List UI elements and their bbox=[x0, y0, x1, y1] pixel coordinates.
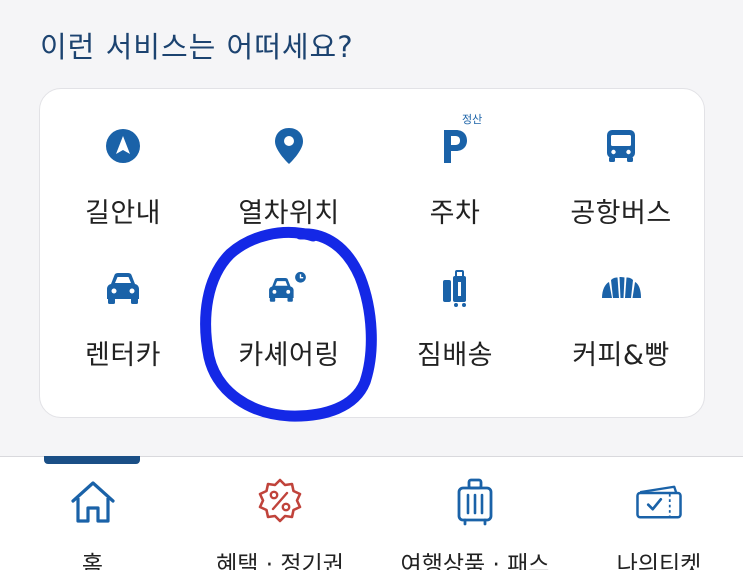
luggage-icon bbox=[432, 265, 478, 311]
tab-label: 홈 bbox=[81, 552, 104, 570]
home-icon bbox=[67, 477, 119, 527]
section-title: 이런 서비스는 어떠세요? bbox=[40, 30, 354, 64]
service-label: 열차위치 bbox=[238, 198, 340, 229]
car-clock-icon bbox=[266, 265, 312, 311]
service-train-location[interactable]: 열차위치 bbox=[206, 123, 372, 265]
tab-travel-products[interactable]: 여행상품 · 패스 bbox=[375, 457, 575, 570]
tab-label: 혜택 · 정기권 bbox=[216, 552, 344, 570]
location-pin-icon bbox=[266, 123, 312, 169]
service-grid: 길안내 열차위치 정산 주차 공항버스 렌터카 카셰어링 짐배송 커피&빵 bbox=[40, 89, 704, 417]
bus-icon bbox=[598, 123, 644, 169]
suitcase-icon bbox=[449, 477, 501, 527]
tab-home[interactable]: 홈 bbox=[0, 457, 185, 570]
service-card: 길안내 열차위치 정산 주차 공항버스 렌터카 카셰어링 짐배송 커피&빵 bbox=[39, 88, 705, 418]
service-car-sharing[interactable]: 카셰어링 bbox=[206, 265, 372, 407]
service-label: 공항버스 bbox=[570, 198, 672, 229]
service-coffee-bread[interactable]: 커피&빵 bbox=[538, 265, 704, 407]
service-label: 짐배송 bbox=[416, 340, 494, 371]
bottom-tab-bar: 홈 혜택 · 정기권 여행상품 · 패스 나의티켓 bbox=[0, 456, 743, 570]
discount-badge-icon bbox=[254, 477, 306, 527]
service-label: 주차 bbox=[429, 198, 481, 229]
tab-label: 여행상품 · 패스 bbox=[400, 552, 550, 570]
service-airport-bus[interactable]: 공항버스 bbox=[538, 123, 704, 265]
ticket-icon bbox=[633, 477, 685, 527]
service-label: 커피&빵 bbox=[572, 340, 670, 371]
service-parking[interactable]: 정산 주차 bbox=[372, 113, 538, 265]
service-label: 렌터카 bbox=[84, 340, 162, 371]
navigation-arrow-icon bbox=[100, 123, 146, 169]
service-navigation[interactable]: 길안내 bbox=[40, 123, 206, 265]
parking-icon: 정산 bbox=[432, 113, 482, 169]
settlement-badge: 정산 bbox=[462, 113, 483, 126]
tab-benefits-passes[interactable]: 혜택 · 정기권 bbox=[185, 457, 375, 570]
active-tab-indicator bbox=[44, 456, 140, 464]
service-label: 카셰어링 bbox=[238, 340, 340, 371]
tab-label: 나의티켓 bbox=[616, 552, 702, 570]
tab-my-tickets[interactable]: 나의티켓 bbox=[575, 457, 743, 570]
service-luggage-delivery[interactable]: 짐배송 bbox=[372, 265, 538, 407]
service-label: 길안내 bbox=[84, 198, 162, 229]
car-icon bbox=[100, 265, 146, 311]
service-rent-a-car[interactable]: 렌터카 bbox=[40, 265, 206, 407]
croissant-icon bbox=[598, 265, 644, 311]
